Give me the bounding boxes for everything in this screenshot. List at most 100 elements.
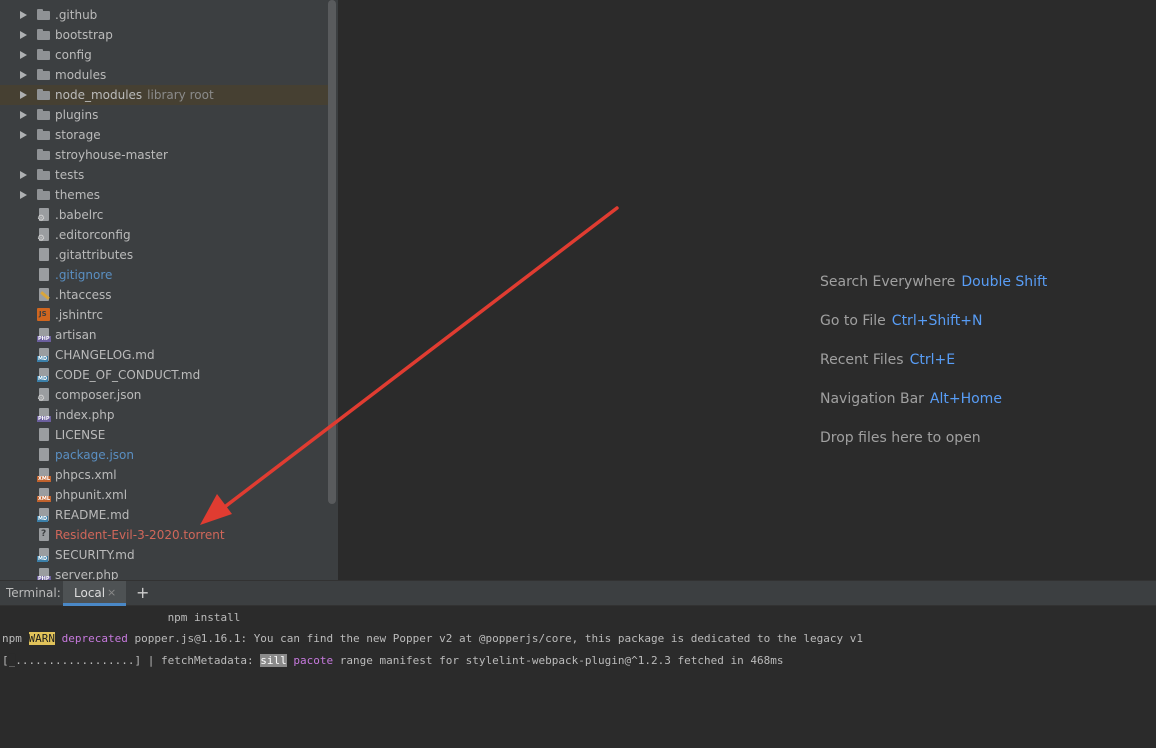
tree-row[interactable]: stroyhouse-master (0, 145, 330, 165)
tree-item-label: stroyhouse-master (55, 148, 168, 162)
tree-row[interactable]: modules (0, 65, 330, 85)
expand-arrow-icon[interactable] (19, 185, 29, 205)
folder-icon (37, 68, 51, 82)
tree-row[interactable]: ⚙ composer.json (0, 385, 330, 405)
expand-arrow-icon[interactable] (19, 25, 29, 45)
progress-text: range manifest for stylelint-webpack-plu… (333, 654, 784, 667)
editor-hint: Search Everywhere Double Shift (820, 274, 1047, 290)
tree-row[interactable]: XML phpcs.xml (0, 465, 330, 485)
tree-item-label: .babelrc (55, 208, 104, 222)
tree-item-label: .htaccess (55, 288, 112, 302)
tree-row[interactable]: XML phpunit.xml (0, 485, 330, 505)
tree-row[interactable]: storage (0, 125, 330, 145)
folder-icon (37, 168, 51, 182)
project-tool-window: .github bootstrap config modules node_module… (0, 0, 338, 580)
tree-row[interactable]: .gitattributes (0, 245, 330, 265)
tree-item-label: plugins (55, 108, 99, 122)
config-file-icon: ⚙ (37, 208, 51, 224)
text-file-icon (37, 428, 51, 442)
editor-empty-area[interactable]: Search Everywhere Double Shift Go to File C… (338, 0, 1156, 580)
tree-row[interactable]: MD SECURITY.md (0, 545, 330, 565)
tree-row[interactable]: package.json (0, 445, 330, 465)
tree-row[interactable]: config (0, 45, 330, 65)
php-file-icon: PHP (37, 408, 51, 422)
warn-prefix: npm (2, 632, 29, 645)
tree-row[interactable]: .htaccess (0, 285, 330, 305)
tree-item-label: .github (55, 8, 98, 22)
tree-row[interactable]: bootstrap (0, 25, 330, 45)
tree-row[interactable]: ? Resident-Evil-3-2020.torrent (0, 525, 330, 545)
tree-row[interactable]: MD CODE_OF_CONDUCT.md (0, 365, 330, 385)
tree-item-label: SECURITY.md (55, 548, 135, 562)
sill-badge: sill (260, 654, 287, 667)
tree-row[interactable]: ⚙ .babelrc (0, 205, 330, 225)
expand-arrow-icon[interactable] (19, 125, 29, 145)
terminal-output[interactable]: npm install npm WARN deprecated popper.j… (0, 606, 1156, 748)
progress-open: [ (2, 654, 9, 667)
progress-rest: ..................] | fetchMetadata: (15, 654, 261, 667)
folder-icon (37, 88, 51, 102)
text-file-icon (37, 268, 51, 282)
expand-arrow-icon[interactable] (19, 5, 29, 25)
tree-item-label: phpunit.xml (55, 488, 128, 502)
folder-icon (37, 48, 51, 62)
tree-row[interactable]: PHP artisan (0, 325, 330, 345)
hint-shortcut[interactable]: Ctrl+Shift+N (892, 313, 983, 329)
expand-arrow-icon[interactable] (19, 85, 29, 105)
tree-item-label: CHANGELOG.md (55, 348, 155, 362)
close-icon[interactable]: × (107, 581, 116, 605)
expand-arrow-icon[interactable] (19, 165, 29, 185)
expand-arrow-icon[interactable] (19, 45, 29, 65)
project-tree: .github bootstrap config modules node_module… (0, 5, 330, 580)
xml-file-icon: XML (37, 468, 52, 482)
tree-row[interactable]: MD CHANGELOG.md (0, 345, 330, 365)
terminal-line-warning: npm WARN deprecated popper.js@1.16.1: Yo… (2, 630, 863, 648)
tree-row[interactable]: tests (0, 165, 330, 185)
tree-row[interactable]: .gitignore (0, 265, 330, 285)
hint-shortcut[interactable]: Alt+Home (930, 391, 1002, 407)
tree-item-label: server.php (55, 568, 119, 580)
terminal-header: Terminal: Local × + (0, 580, 1156, 606)
tree-item-label: .jshintrc (55, 308, 103, 322)
folder-icon (37, 8, 51, 22)
tree-row[interactable]: node_modules library root (0, 85, 330, 105)
md-file-icon: MD (37, 508, 51, 522)
tree-row[interactable]: PHP index.php (0, 405, 330, 425)
tab-local-label: Local (74, 586, 106, 600)
hint-shortcut[interactable]: Ctrl+E (910, 352, 956, 368)
new-tab-button[interactable]: + (136, 581, 149, 605)
tree-item-label: tests (55, 168, 85, 182)
tree-item-label: artisan (55, 328, 97, 342)
terminal-title: Terminal: (6, 586, 61, 600)
warn-badge: WARN (28, 632, 55, 645)
tree-scrollbar[interactable] (328, 0, 336, 504)
tree-item-label: bootstrap (55, 28, 113, 42)
tree-row[interactable]: .github (0, 5, 330, 25)
tree-row[interactable]: plugins (0, 105, 330, 125)
tree-row[interactable]: PHP server.php (0, 565, 330, 580)
tree-item-label: package.json (55, 448, 135, 462)
tree-item-label: index.php (55, 408, 115, 422)
editor-hint: Recent Files Ctrl+E (820, 352, 955, 368)
warn-text: popper.js@1.16.1: You can find the new P… (127, 632, 863, 645)
tree-row[interactable]: themes (0, 185, 330, 205)
unknown-file-icon: ? (37, 528, 51, 542)
tree-item-label: themes (55, 188, 101, 202)
expand-arrow-icon[interactable] (19, 65, 29, 85)
tree-item-label: LICENSE (55, 428, 106, 442)
tree-row[interactable]: JS .jshintrc (0, 305, 330, 325)
tree-item-label: CODE_OF_CONDUCT.md (55, 368, 201, 382)
expand-arrow-icon[interactable] (19, 105, 29, 125)
tree-row[interactable]: LICENSE (0, 425, 330, 445)
folder-icon (37, 108, 51, 122)
hint-shortcut[interactable]: Double Shift (961, 274, 1047, 290)
php-file-icon: PHP (37, 328, 51, 342)
tab-local[interactable]: Local × (63, 581, 126, 606)
tree-item-label: README.md (55, 508, 130, 522)
tree-row[interactable]: MD README.md (0, 505, 330, 525)
tree-item-label: composer.json (55, 388, 142, 402)
folder-icon (37, 148, 51, 162)
tree-item-label: node_modules library root (55, 88, 214, 102)
tree-row[interactable]: ⚙ .editorconfig (0, 225, 330, 245)
deprecated-label: deprecated (55, 632, 128, 645)
